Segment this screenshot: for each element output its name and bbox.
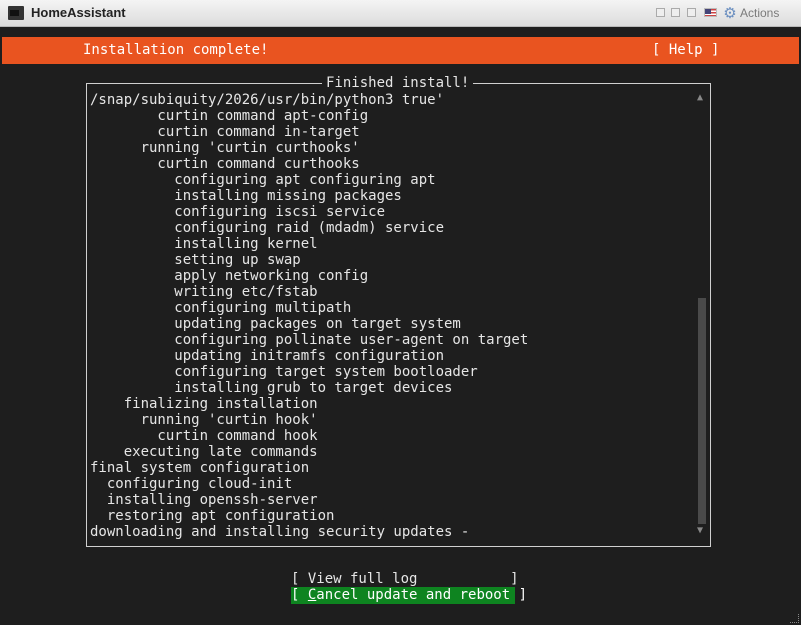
log-line: updating initramfs configuration [90,348,445,364]
gear-icon[interactable]: ⚙ [722,5,738,21]
header-bar: Installation complete! [ Help ] [2,37,799,64]
log-line: installing kernel [90,236,318,252]
log-scrollbar-thumb[interactable] [698,298,706,524]
log-line: configuring multipath [90,300,352,316]
log-line: apply networking config [90,268,369,284]
log-line: setting up swap [90,252,301,268]
scroll-up-icon[interactable]: ▲ [697,90,703,106]
scroll-down-icon[interactable]: ▼ [697,523,703,539]
log-line: configuring cloud-init [90,476,293,492]
terminal-screen: Installation complete! [ Help ] Finished… [2,27,799,625]
flag-icon[interactable] [704,8,717,17]
log-line: configuring pollinate user-agent on targ… [90,332,529,348]
actions-menu[interactable]: Actions [740,6,779,20]
install-log[interactable]: /snap/subiquity/2026/usr/bin/python3 tru… [90,92,690,540]
log-line: downloading and installing security upda… [90,524,470,540]
log-line: curtin command curthooks [90,156,360,172]
log-line: running 'curtin curthooks' [90,140,360,156]
terminal-icon [8,6,24,20]
log-line: installing openssh-server [90,492,318,508]
log-line: restoring apt configuration [90,508,335,524]
button-bracket: [ [291,587,308,603]
log-line: updating packages on target system [90,316,461,332]
maximize-icon[interactable] [687,8,696,17]
log-line: configuring apt configuring apt [90,172,436,188]
log-line: writing etc/fstab [90,284,318,300]
log-line: configuring raid (mdadm) service [90,220,445,236]
log-line: curtin command hook [90,428,318,444]
log-line: configuring target system bootloader [90,364,478,380]
restore-icon[interactable] [671,8,680,17]
resize-grip[interactable] [790,614,799,623]
minimize-icon[interactable] [656,8,665,17]
window-titlebar: HomeAssistant ⚙ Actions [0,0,801,27]
window-title: HomeAssistant [31,5,126,20]
log-line: installing missing packages [90,188,402,204]
log-line: running 'curtin hook' [90,412,318,428]
log-frame-title: Finished install! [322,75,474,91]
log-line: curtin command apt-config [90,108,369,124]
page-title: Installation complete! [83,42,269,58]
view-full-log-button[interactable]: [ View full log ] [291,571,519,587]
log-line: finalizing installation [90,396,318,412]
button-label: ancel update and reboot ] [316,587,528,603]
log-line: configuring iscsi service [90,204,386,220]
log-line: executing late commands [90,444,318,460]
log-line: /snap/subiquity/2026/usr/bin/python3 tru… [90,92,445,108]
log-line: installing grub to target devices [90,380,453,396]
cancel-update-and-reboot-button[interactable]: [ Cancel update and reboot ] [291,587,527,604]
log-line: curtin command in-target [90,124,360,140]
log-line: final system configuration [90,460,310,476]
help-button[interactable]: [ Help ] [652,42,719,58]
